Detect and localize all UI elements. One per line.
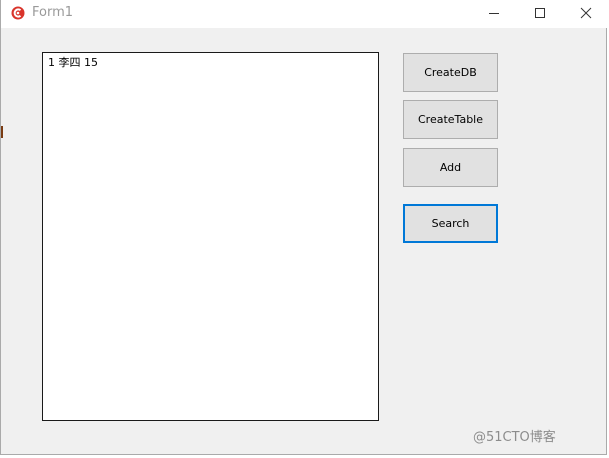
result-listbox[interactable]: 1 李四 15 — [42, 52, 379, 421]
search-button[interactable]: Search — [403, 204, 498, 243]
form-window: Form1 1 李四 15 CreateDB CreateTable Add S… — [0, 0, 608, 455]
app-logo-icon — [11, 6, 25, 20]
create-table-button[interactable]: CreateTable — [403, 100, 498, 139]
list-item[interactable]: 1 李四 15 — [48, 56, 378, 70]
window-title: Form1 — [32, 5, 74, 20]
left-edge-accent — [1, 126, 3, 138]
title-bar[interactable]: Form1 — [1, 0, 608, 28]
maximize-button[interactable] — [517, 0, 563, 26]
minimize-button[interactable] — [471, 0, 517, 26]
minimize-icon — [489, 13, 499, 14]
add-button[interactable]: Add — [403, 148, 498, 187]
close-icon — [580, 7, 592, 19]
maximize-icon — [535, 8, 545, 18]
close-button[interactable] — [563, 0, 609, 26]
watermark-text: @51CTO博客 — [473, 430, 556, 445]
create-db-button[interactable]: CreateDB — [403, 53, 498, 92]
